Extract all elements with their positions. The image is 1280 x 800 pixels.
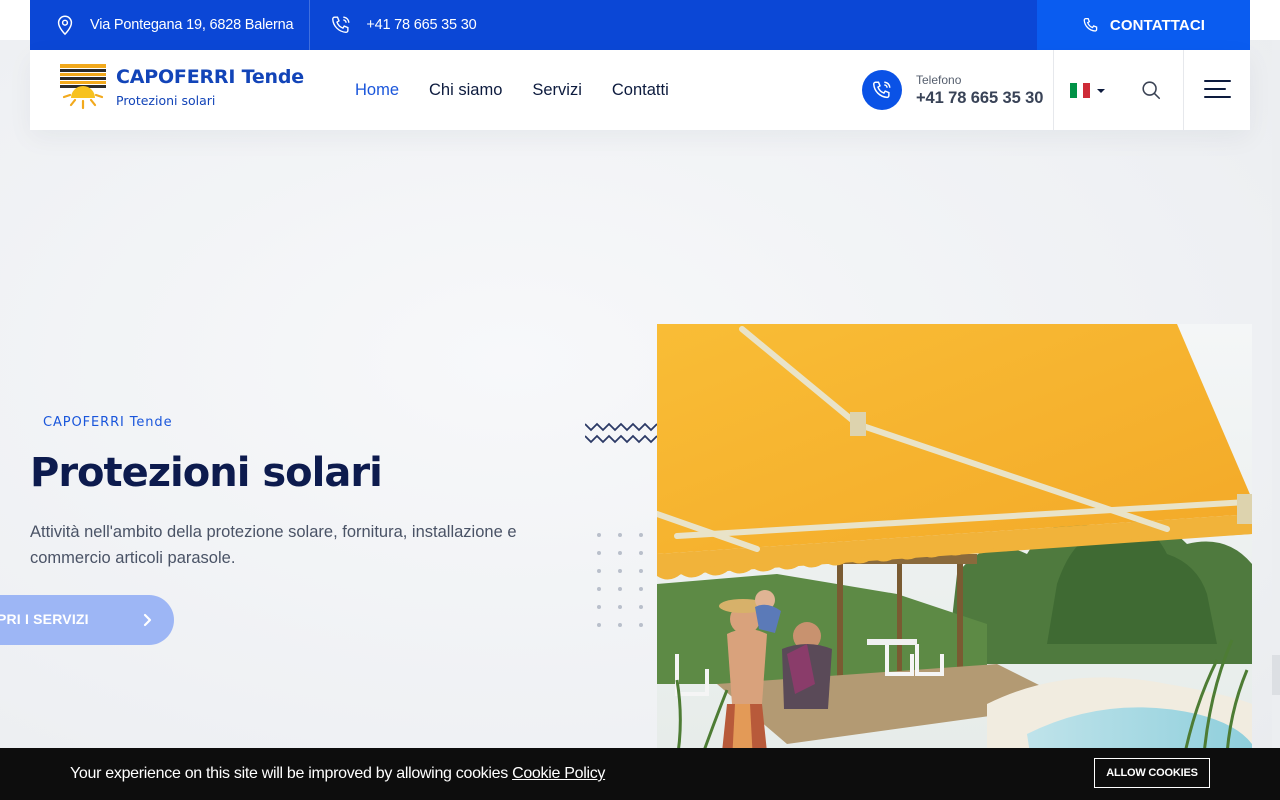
header-phone-number: +41 78 665 35 30 (916, 88, 1044, 107)
logo-subtitle: Protezioni solari (116, 93, 216, 108)
topbar-phone[interactable]: +41 78 665 35 30 (310, 0, 477, 50)
language-selector[interactable] (1070, 83, 1105, 98)
logo-title: CAPOFERRI Tende (116, 66, 304, 88)
caret-down-icon (1097, 88, 1105, 93)
contact-button-label: CONTATTACI (1109, 16, 1206, 34)
allow-cookies-button[interactable]: ALLOW COOKIES (1094, 758, 1210, 788)
services-button-label: SCOPRI I SERVIZI (0, 611, 89, 627)
header-divider (1053, 50, 1054, 130)
header-phone[interactable]: Telefono +41 78 665 35 30 (862, 70, 1043, 110)
nav-home[interactable]: Home (355, 81, 399, 100)
topbar-address[interactable]: Via Pontegana 19, 6828 Balerna (30, 0, 311, 50)
main-nav: Home Chi siamo Servizi Contatti (355, 50, 699, 130)
services-button[interactable]: SCOPRI I SERVIZI (0, 595, 174, 645)
hero-description: Attività nell'ambito della protezione so… (30, 523, 517, 567)
phone-icon (1082, 16, 1100, 34)
zigzag-decoration-icon (585, 422, 658, 444)
hero-eyebrow: CAPOFERRI Tende (43, 415, 173, 430)
nav-servizi[interactable]: Servizi (532, 81, 582, 100)
header-divider (1183, 50, 1184, 130)
chevron-right-icon (143, 613, 152, 627)
hero-title: Protezioni solari (30, 450, 383, 496)
scroll-thumb[interactable] (1272, 655, 1280, 695)
topbar-address-text: Via Pontegana 19, 6828 Balerna (90, 17, 294, 33)
cookie-policy-link[interactable]: Cookie Policy (512, 765, 605, 782)
map-pin-icon (54, 14, 76, 36)
cookie-banner: Your experience on this site will be imp… (0, 748, 1280, 800)
awning-photo-illustration (657, 324, 1252, 800)
search-icon[interactable] (1140, 79, 1162, 101)
cookie-text: Your experience on this site will be imp… (70, 765, 605, 783)
phone-icon (862, 70, 902, 110)
nav-contatti[interactable]: Contatti (612, 81, 669, 100)
cookie-message: Your experience on this site will be imp… (70, 765, 513, 782)
hero-image (657, 324, 1252, 800)
sun-awning-logo-icon (60, 64, 106, 110)
hamburger-menu-icon[interactable] (1204, 80, 1231, 100)
site-logo[interactable]: CAPOFERRI Tende Protezioni solari (60, 64, 304, 110)
main-header: CAPOFERRI Tende Protezioni solari Home C… (30, 50, 1250, 130)
topbar-phone-text: +41 78 665 35 30 (366, 17, 477, 33)
contact-button[interactable]: CONTATTACI (1037, 0, 1250, 50)
italy-flag-icon (1070, 83, 1091, 98)
nav-chi-siamo[interactable]: Chi siamo (429, 81, 502, 100)
header-phone-label: Telefono (916, 72, 962, 87)
top-bar: Via Pontegana 19, 6828 Balerna +41 78 66… (30, 0, 1250, 50)
phone-icon (330, 14, 352, 36)
dot-grid-decoration-icon (597, 533, 643, 627)
